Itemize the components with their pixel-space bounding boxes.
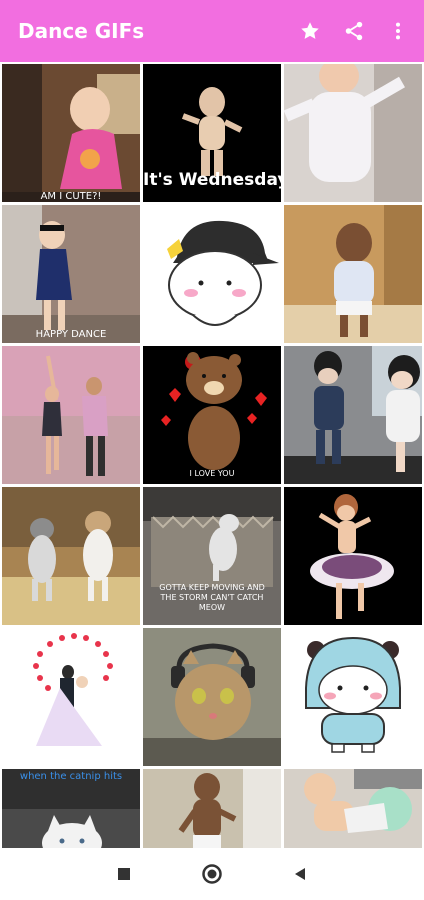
gif-image	[284, 628, 422, 766]
gif-image	[2, 628, 140, 766]
gif-image	[143, 346, 281, 484]
recents-button[interactable]	[94, 852, 154, 896]
gif-image	[284, 346, 422, 484]
triangle-left-icon	[295, 868, 305, 880]
gif-image	[2, 346, 140, 484]
gif-thumbnail[interactable]	[284, 628, 422, 766]
gif-thumbnail[interactable]: I LOVE YOU	[143, 346, 281, 484]
gif-image	[143, 628, 281, 766]
gif-image	[2, 487, 140, 625]
more-options-button[interactable]	[376, 9, 420, 53]
gif-image	[2, 769, 140, 848]
system-nav-bar	[0, 848, 424, 900]
gif-thumbnail[interactable]	[284, 769, 422, 848]
gif-thumbnail[interactable]: when the catnip hits	[2, 769, 140, 848]
gif-image	[143, 64, 281, 202]
app-bar: Dance GIFs	[0, 0, 424, 62]
more-vertical-icon	[395, 22, 401, 40]
gif-grid: AM I CUTE?! It's Wednesday! HAPPY DANCE …	[0, 62, 424, 848]
circle-icon	[202, 864, 222, 884]
gif-thumbnail[interactable]	[143, 628, 281, 766]
gif-thumbnail[interactable]	[284, 205, 422, 343]
gif-thumbnail[interactable]: GOTTA KEEP MOVING AND THE STORM CAN'T CA…	[143, 487, 281, 625]
gif-thumbnail[interactable]	[2, 346, 140, 484]
star-icon	[301, 22, 319, 39]
gif-thumbnail[interactable]: It's Wednesday!	[143, 64, 281, 202]
gif-image	[143, 205, 281, 343]
gif-image	[284, 487, 422, 625]
app-title: Dance GIFs	[18, 19, 145, 43]
share-icon	[345, 21, 363, 41]
gif-thumbnail[interactable]	[143, 205, 281, 343]
gif-thumbnail[interactable]	[2, 628, 140, 766]
home-button[interactable]	[182, 852, 242, 896]
gif-image	[284, 205, 422, 343]
gif-image	[143, 769, 281, 848]
gif-thumbnail[interactable]	[143, 769, 281, 848]
gif-thumbnail[interactable]	[284, 487, 422, 625]
square-icon	[118, 868, 130, 880]
gif-thumbnail[interactable]: HAPPY DANCE	[2, 205, 140, 343]
gif-image	[2, 205, 140, 343]
gif-image	[143, 487, 281, 625]
gif-image	[284, 64, 422, 202]
gif-thumbnail[interactable]	[284, 346, 422, 484]
back-button[interactable]	[270, 852, 330, 896]
favorites-button[interactable]	[288, 9, 332, 53]
gif-thumbnail[interactable]: AM I CUTE?!	[2, 64, 140, 202]
share-button[interactable]	[332, 9, 376, 53]
gif-thumbnail[interactable]	[284, 64, 422, 202]
gif-image	[284, 769, 422, 848]
gif-thumbnail[interactable]	[2, 487, 140, 625]
gif-image	[2, 64, 140, 202]
